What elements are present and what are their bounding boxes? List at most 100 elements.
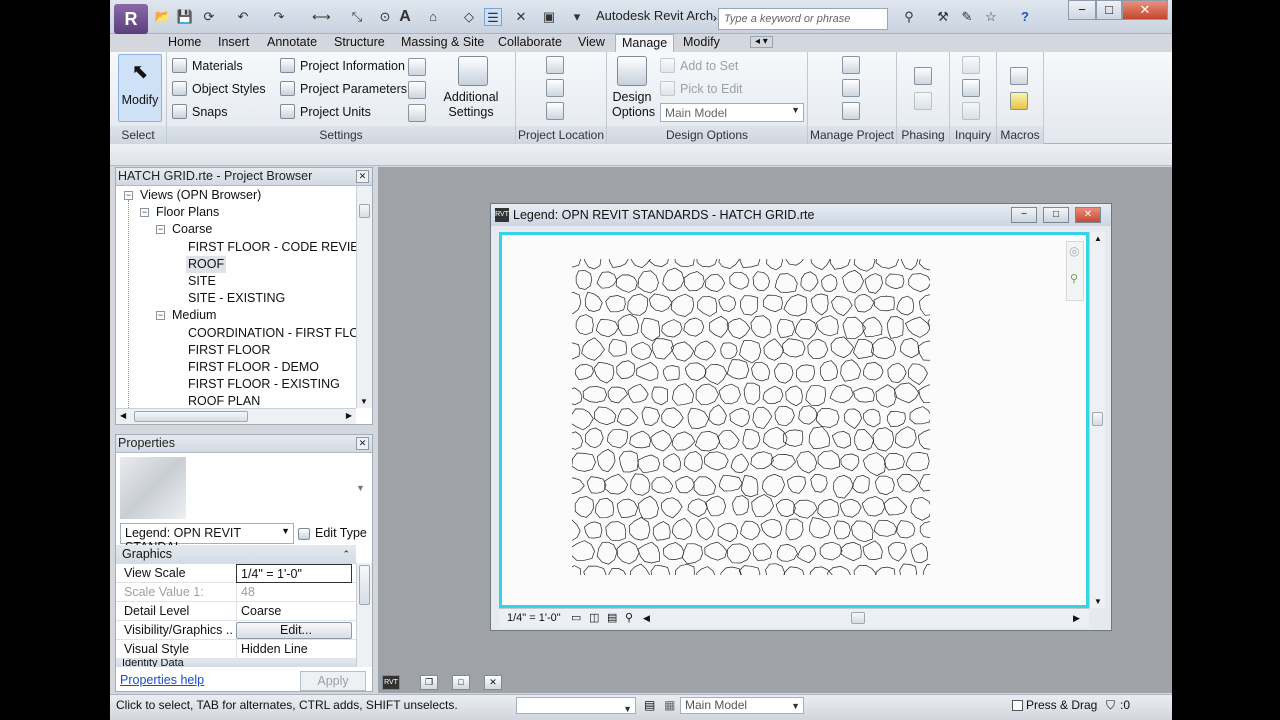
tree-item[interactable]: FIRST FLOOR - DEMO <box>186 359 321 376</box>
settings-panel-label[interactable]: Settings <box>167 126 515 144</box>
shared-parameters-icon[interactable] <box>408 58 426 76</box>
tree-item[interactable]: Coarse <box>170 221 214 238</box>
property-value[interactable]: Edit... <box>236 622 352 639</box>
hatch-drawing-canvas[interactable]: ◎ ⚲ <box>499 232 1089 608</box>
chevron-down-icon[interactable]: ▼ <box>356 483 365 493</box>
scroll-left-icon[interactable]: ◀ <box>120 411 126 420</box>
minimize-button[interactable]: − <box>1068 0 1096 20</box>
browser-vertical-scrollbar[interactable]: ▼ <box>356 186 372 408</box>
apply-button[interactable]: Apply <box>300 671 366 691</box>
zoom-icon[interactable]: ⚲ <box>1070 272 1078 285</box>
macro-security-icon[interactable] <box>1010 92 1028 110</box>
project-parameters-button[interactable]: Project Parameters <box>280 81 407 97</box>
application-menu-button[interactable]: R <box>114 4 148 34</box>
tree-item[interactable]: SITE <box>186 273 218 290</box>
design-options-icon[interactable]: ▦ <box>664 695 675 715</box>
object-styles-button[interactable]: Object Styles <box>172 81 266 97</box>
undo-icon[interactable]: ↶ <box>234 8 252 26</box>
view-maximize-button[interactable]: □ <box>1043 207 1069 223</box>
graphics-group-header[interactable]: Graphics ⌃ <box>116 545 356 564</box>
view-vertical-scrollbar[interactable]: ▲ ▼ <box>1089 232 1105 608</box>
shadows-icon[interactable]: ▤ <box>607 609 617 627</box>
scroll-thumb[interactable] <box>1092 412 1103 426</box>
design-option-dropdown[interactable]: Main Model ▼ <box>660 103 804 122</box>
aligned-dimension-icon[interactable]: ⤡ <box>348 8 366 26</box>
properties-scrollbar[interactable] <box>356 563 372 667</box>
tree-expander-icon[interactable]: − <box>156 225 165 235</box>
communication-icon[interactable]: ✎ <box>958 8 976 26</box>
tree-item[interactable]: Floor Plans <box>154 204 221 221</box>
close-view-icon[interactable]: ✕ <box>484 675 502 690</box>
phases-icon[interactable] <box>914 67 932 85</box>
ribbon-minimize-icon[interactable]: ◂ ▾ <box>750 36 773 48</box>
scroll-right-icon[interactable]: ▶ <box>1073 609 1080 627</box>
infocenter-binoculars-icon[interactable]: ⚲ <box>900 8 918 26</box>
additional-settings-button[interactable]: Additional Settings <box>440 56 506 120</box>
close-hidden-windows-icon[interactable]: ✕ <box>512 8 530 26</box>
view-close-button[interactable]: ✕ <box>1075 207 1101 223</box>
close-icon[interactable]: ✕ <box>356 170 369 183</box>
project-information-button[interactable]: Project Information <box>280 58 405 74</box>
workset-dropdown[interactable]: ▼ <box>516 697 636 714</box>
property-value[interactable]: 1/4" = 1'-0" <box>236 564 352 583</box>
warnings-icon[interactable] <box>962 102 980 120</box>
manage-project-panel-label[interactable]: Manage Project <box>808 126 896 144</box>
view-minimize-button[interactable]: − <box>1011 207 1037 223</box>
measure-icon[interactable]: ⟷ <box>312 8 331 26</box>
inquiry-panel-label[interactable]: Inquiry <box>950 126 996 144</box>
type-selector-dropdown[interactable]: Legend: OPN REVIT STANDAI ▼ <box>120 523 294 554</box>
select-panel-label[interactable]: Select <box>110 126 166 144</box>
3d-view-icon[interactable]: ⌂ <box>424 8 442 26</box>
tab-modify[interactable]: Modify <box>683 34 720 52</box>
scroll-thumb[interactable] <box>851 612 865 624</box>
purge-unused-icon[interactable] <box>408 104 426 122</box>
tree-expander-icon[interactable]: − <box>140 208 149 218</box>
manage-links-icon[interactable] <box>842 56 860 74</box>
scroll-left-icon[interactable]: ◀ <box>643 609 650 627</box>
scroll-right-icon[interactable]: ▶ <box>346 411 352 420</box>
manage-images-icon[interactable] <box>842 79 860 97</box>
view-window-titlebar[interactable]: RVT Legend: OPN REVIT STANDARDS - HATCH … <box>491 204 1111 226</box>
tree-item[interactable]: FIRST FLOOR <box>186 342 272 359</box>
property-value[interactable]: Hidden Line <box>236 640 352 658</box>
detail-level-icon[interactable]: ▭ <box>571 609 581 627</box>
transfer-standards-icon[interactable] <box>408 81 426 99</box>
design-options-panel-label[interactable]: Design Options <box>607 126 807 144</box>
press-drag-checkbox[interactable] <box>1012 700 1023 711</box>
macro-manager-icon[interactable] <box>1010 67 1028 85</box>
tree-item[interactable]: SITE - EXISTING <box>186 290 287 307</box>
tree-expander-icon[interactable]: − <box>124 191 133 200</box>
ids-of-selection-icon[interactable] <box>962 56 980 74</box>
open-icon[interactable]: 📂 <box>154 8 172 26</box>
tree-item[interactable]: FIRST FLOOR - EXISTING <box>186 376 342 393</box>
position-icon[interactable] <box>546 102 564 120</box>
tab-annotate[interactable]: Annotate <box>267 34 317 52</box>
search-input[interactable]: Type a keyword or phrase <box>718 8 888 30</box>
close-button[interactable]: ✕ <box>1122 0 1168 20</box>
select-by-id-icon[interactable] <box>962 79 980 97</box>
scroll-down-icon[interactable]: ▼ <box>1094 597 1102 606</box>
project-location-panel-label[interactable]: Project Location <box>516 126 606 144</box>
scroll-thumb[interactable] <box>134 411 248 422</box>
tag-icon[interactable]: ⊙ <box>376 8 394 26</box>
sync-icon[interactable]: ⟳ <box>200 8 218 26</box>
tree-item[interactable]: COORDINATION - FIRST FLOOR <box>186 325 356 342</box>
subscription-icon[interactable]: ⚒ <box>934 8 952 26</box>
close-icon[interactable]: ✕ <box>356 437 369 450</box>
favorites-icon[interactable]: ☆ <box>982 8 1000 26</box>
scroll-up-icon[interactable]: ▲ <box>1094 234 1102 243</box>
temp-hide-icon[interactable]: ⚲ <box>625 609 633 627</box>
properties-help-link[interactable]: Properties help <box>120 673 204 687</box>
navigation-bar[interactable]: ◎ ⚲ <box>1066 241 1084 301</box>
edit-type-button[interactable]: Edit Type <box>298 525 367 541</box>
design-options-button[interactable]: Design Options <box>612 56 655 120</box>
add-to-set-button[interactable]: Add to Set <box>660 58 738 74</box>
help-icon[interactable]: ? <box>1016 8 1034 26</box>
decal-types-icon[interactable] <box>842 102 860 120</box>
tab-insert[interactable]: Insert <box>218 34 249 52</box>
snaps-button[interactable]: Snaps <box>172 104 227 120</box>
coordinates-icon[interactable] <box>546 79 564 97</box>
tree-item[interactable]: FIRST FLOOR - CODE REVIEW <box>186 239 356 256</box>
maximize-view-icon[interactable]: □ <box>452 675 470 690</box>
restore-button[interactable]: □ <box>1096 0 1122 20</box>
